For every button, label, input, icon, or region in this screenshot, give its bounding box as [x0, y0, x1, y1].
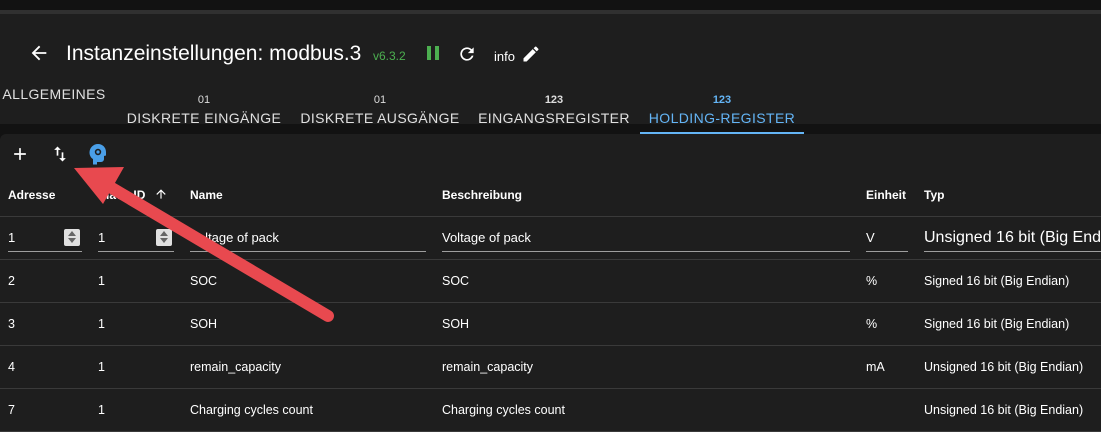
reload-icon[interactable]	[457, 44, 477, 64]
tab-diskrete-eingaenge[interactable]: 01 DISKRETE EINGÄNGE	[121, 76, 287, 134]
unit-input[interactable]: V	[866, 229, 908, 252]
import-export-icon[interactable]	[50, 144, 70, 164]
tab-caption: 123	[544, 94, 564, 106]
description-input[interactable]: Voltage of pack	[442, 229, 850, 252]
pause-icon[interactable]	[426, 45, 440, 61]
arrow-left-icon[interactable]	[28, 42, 50, 64]
tab-caption: 01	[197, 94, 211, 106]
cell-einheit: %	[866, 274, 878, 288]
cell-adresse: 2	[8, 274, 15, 288]
tab-label: DISKRETE EINGÄNGE	[126, 110, 282, 126]
cell-name: Charging cycles count	[190, 403, 313, 417]
version-badge: v6.3.2	[373, 49, 406, 63]
tab-label: HOLDING-REGISTER	[648, 110, 796, 126]
cell-name: SOH	[190, 317, 218, 331]
slave-id-stepper[interactable]	[156, 229, 172, 246]
table-row-editing[interactable]: 1 1 Voltage of pack Voltage of pack V Un…	[0, 217, 1101, 260]
column-header-einheit[interactable]: Einheit	[866, 188, 906, 202]
page-title: Instanzeinstellungen: modbus.3	[66, 42, 362, 65]
table-row[interactable]: 3 1 SOH SOH % Signed 16 bit (Big Endian)	[0, 303, 1101, 346]
pencil-icon[interactable]	[521, 44, 541, 64]
cell-typ: Signed 16 bit (Big Endian)	[924, 317, 1070, 331]
cell-typ: Signed 16 bit (Big Endian)	[924, 274, 1070, 288]
tab-label: EINGANGSREGISTER	[478, 110, 630, 126]
tab-caption: 123	[712, 94, 732, 106]
cell-slave-id: 1	[98, 403, 105, 417]
cell-name: remain_capacity	[190, 360, 282, 374]
sort-arrow-up-icon[interactable]	[154, 187, 168, 201]
cell-typ: Unsigned 16 bit (Big Endian)	[924, 360, 1084, 374]
address-input[interactable]: 1	[8, 229, 82, 252]
tab-eingangsregister[interactable]: 123 EINGANGSREGISTER	[474, 76, 634, 134]
cell-adresse: 7	[8, 403, 15, 417]
cell-slave-id: 1	[98, 274, 105, 288]
instance-header: Instanzeinstellungen: modbus.3 v6.3.2 in…	[0, 14, 1101, 134]
address-value: 1	[8, 230, 16, 245]
cell-beschreibung: remain_capacity	[442, 360, 534, 374]
tab-label: ALLGEMEINES	[2, 86, 106, 102]
tab-caption: 01	[373, 94, 387, 106]
table-toolbar	[0, 134, 1101, 174]
tab-allgemeines[interactable]: ALLGEMEINES	[0, 76, 108, 134]
tab-holding-register[interactable]: 123 HOLDING-REGISTER	[640, 76, 804, 134]
cell-adresse: 3	[8, 317, 15, 331]
address-stepper[interactable]	[64, 229, 80, 246]
cell-slave-id: 1	[98, 317, 105, 331]
cell-typ: Unsigned 16 bit (Big Endian)	[924, 403, 1084, 417]
column-header-typ[interactable]: Typ	[924, 188, 944, 202]
column-header-beschreibung[interactable]: Beschreibung	[442, 188, 522, 202]
table-row[interactable]: 4 1 remain_capacity remain_capacity mA U…	[0, 346, 1101, 389]
slave-id-input[interactable]: 1	[98, 229, 174, 252]
plus-icon[interactable]	[10, 144, 30, 164]
column-header-slave-id[interactable]: Slave-ID	[98, 188, 145, 202]
info-label: info	[494, 49, 515, 64]
table-row[interactable]: 2 1 SOC SOC % Signed 16 bit (Big Endian)	[0, 260, 1101, 303]
cell-slave-id: 1	[98, 360, 105, 374]
cell-einheit: %	[866, 317, 878, 331]
table-row[interactable]: 7 1 Charging cycles count Charging cycle…	[0, 389, 1101, 432]
tab-label: DISKRETE AUSGÄNGE	[300, 110, 460, 126]
cell-name: SOC	[190, 274, 218, 288]
column-header-name[interactable]: Name	[190, 188, 223, 202]
table-header-row: Adresse Slave-ID Name Beschreibung Einhe…	[0, 174, 1101, 217]
cell-beschreibung: SOH	[442, 317, 470, 331]
cell-einheit: mA	[866, 360, 885, 374]
type-select[interactable]: Unsigned 16 bit (Big Endian)	[924, 229, 1101, 252]
column-header-adresse[interactable]: Adresse	[8, 188, 55, 202]
robot-head-icon[interactable]	[88, 143, 108, 165]
cell-beschreibung: SOC	[442, 274, 470, 288]
slave-id-value: 1	[98, 230, 106, 245]
cell-adresse: 4	[8, 360, 15, 374]
tab-diskrete-ausgaenge[interactable]: 01 DISKRETE AUSGÄNGE	[296, 76, 464, 134]
name-input[interactable]: Voltage of pack	[190, 229, 426, 252]
cell-beschreibung: Charging cycles count	[442, 403, 565, 417]
